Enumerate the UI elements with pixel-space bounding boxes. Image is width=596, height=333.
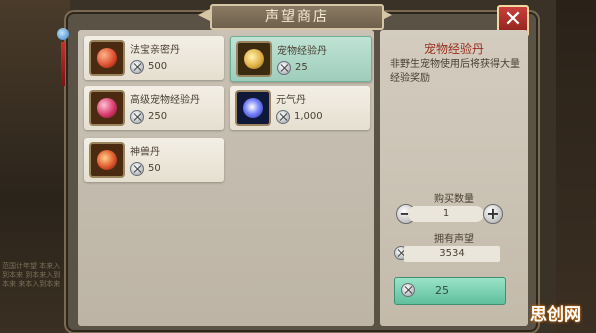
- item-name: 元气丹: [276, 95, 306, 106]
- background-scroll-text: 范国计年望 本来入到本来 到本来入到本来 来本入到本来: [2, 262, 61, 288]
- increase-quantity-button[interactable]: +: [483, 204, 503, 224]
- shop-item-card-selected[interactable]: 宠物经验丹 25: [230, 36, 372, 82]
- berry-cluster-icon: [89, 90, 125, 126]
- item-price: 25: [295, 62, 308, 73]
- owned-reputation-label: 拥有声望: [434, 234, 474, 245]
- owned-reputation-value: 3534: [404, 246, 500, 262]
- item-price: 250: [148, 111, 168, 122]
- shop-item-card[interactable]: 元气丹 1,000: [230, 86, 370, 130]
- beast-pill-icon: [89, 142, 125, 178]
- item-price: 50: [148, 163, 161, 174]
- item-name: 宠物经验丹: [277, 46, 327, 57]
- shop-item-card[interactable]: 神兽丹 50: [84, 138, 224, 182]
- reputation-coin-icon: [130, 110, 144, 124]
- detail-title: 宠物经验丹: [423, 42, 484, 56]
- ornament-orb-icon: [57, 28, 69, 40]
- background-right-scene: [556, 0, 596, 333]
- panel-ornament: [55, 28, 71, 88]
- item-name: 高级宠物经验丹: [130, 95, 200, 106]
- reputation-coin-icon: [130, 60, 144, 74]
- red-orb-icon: [89, 40, 125, 76]
- buy-button[interactable]: 25: [394, 277, 506, 305]
- quantity-input[interactable]: 1: [408, 206, 484, 222]
- item-price: 500: [148, 61, 168, 72]
- detail-description: 非野生宠物使用后将获得大量经验奖励: [390, 59, 520, 84]
- reputation-coin-icon: [130, 162, 144, 176]
- gold-herb-icon: [236, 41, 272, 77]
- quantity-label: 购买数量: [434, 194, 474, 205]
- reputation-coin-icon: [277, 61, 291, 75]
- item-price: 1,000: [294, 111, 323, 122]
- item-name: 神兽丹: [130, 147, 160, 158]
- item-name: 法宝亲密丹: [130, 45, 180, 56]
- reputation-coin-icon: [276, 110, 290, 124]
- energy-orb-icon: [235, 90, 271, 126]
- reputation-coin-icon: [401, 283, 415, 297]
- shop-item-card[interactable]: 高级宠物经验丹 250: [84, 86, 224, 130]
- buy-price: 25: [435, 284, 449, 297]
- window-title: 声望商店: [210, 4, 384, 30]
- watermark-logo: 思创网: [530, 305, 581, 325]
- shop-item-card[interactable]: 法宝亲密丹 500: [84, 36, 224, 80]
- ornament-tassel-icon: [61, 42, 65, 86]
